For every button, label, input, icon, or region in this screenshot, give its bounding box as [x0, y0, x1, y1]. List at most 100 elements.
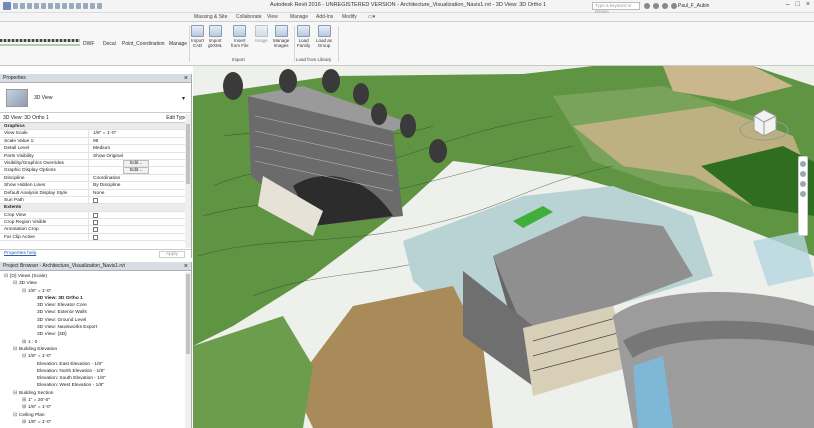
property-edit-cell[interactable]: Edit... — [88, 159, 191, 167]
communication-icon[interactable] — [662, 3, 668, 9]
type-selector[interactable]: 3D View ▾ — [0, 83, 191, 113]
3d-viewport[interactable] — [193, 66, 814, 428]
property-checkbox[interactable] — [88, 211, 191, 219]
ribbon-label-decal[interactable]: Decal — [103, 41, 116, 47]
viewcube[interactable] — [738, 98, 790, 150]
property-checkbox[interactable] — [88, 233, 191, 241]
model-render[interactable] — [193, 66, 814, 428]
browser-tree-item[interactable]: 3D View: 3D Ortho 1 — [0, 295, 191, 302]
undo-icon[interactable] — [27, 3, 32, 9]
measure-icon[interactable] — [48, 3, 53, 9]
property-edit-cell[interactable]: Edit... — [88, 167, 191, 174]
browser-tree-item[interactable]: ⊟ 3D View — [0, 280, 191, 287]
browser-tree-item[interactable]: ⊟ 1/8" = 1'-0" — [0, 288, 191, 295]
browser-tree-item[interactable]: Elevation: East Elevation - 1/8" — [0, 361, 191, 368]
checkbox[interactable] — [93, 197, 98, 203]
ribbon-label-point-coordination[interactable]: Point_Coordination — [122, 41, 165, 47]
property-group-header[interactable]: Graphics — [0, 123, 191, 131]
close-icon[interactable]: × — [184, 74, 188, 83]
import-gbxml-button[interactable]: Import gbXML — [208, 25, 222, 48]
property-value[interactable]: 1/8" = 1'-0" — [88, 130, 191, 137]
properties-scrollbar[interactable] — [185, 114, 191, 248]
instance-filter[interactable]: 3D View: 3D Ortho 1 Edit Type — [0, 113, 191, 123]
browser-tree-item[interactable]: 3D View: Navisworks Export — [0, 324, 191, 331]
edit-type-button[interactable]: Edit Type — [166, 113, 187, 123]
dimension-icon[interactable] — [55, 3, 60, 9]
property-value[interactable]: Coordination — [88, 174, 191, 182]
checkbox[interactable] — [93, 227, 98, 233]
open-icon[interactable] — [13, 3, 18, 9]
user-name[interactable]: Paul_F_Aubin — [678, 3, 709, 9]
browser-tree-item[interactable]: 3D View: {3D} — [0, 331, 191, 338]
text-icon[interactable] — [69, 3, 74, 9]
browser-tree-item[interactable]: ⊞ 1/8" = 1'-0" — [0, 419, 191, 426]
close-icon[interactable]: × — [184, 262, 188, 271]
redo-icon[interactable] — [34, 3, 39, 9]
subscription-icon[interactable] — [653, 3, 659, 9]
thin-lines-icon[interactable] — [90, 3, 95, 9]
browser-tree-item[interactable]: ⊞ 1" = 20'-0" — [0, 397, 191, 404]
tag-icon[interactable] — [62, 3, 67, 9]
edit-button[interactable]: Edit... — [123, 167, 150, 174]
tab-view[interactable]: View — [267, 14, 278, 20]
zoom-icon[interactable] — [800, 171, 806, 177]
browser-tree-item[interactable]: ⊞ 1/8" = 1'-0" — [0, 404, 191, 411]
browser-tree-item[interactable]: Elevation: North Elevation - 1/8" — [0, 368, 191, 375]
browser-tree-item[interactable]: 3D View: Ground Level — [0, 317, 191, 324]
property-value[interactable]: None — [88, 189, 191, 196]
browser-tree-item[interactable]: ⊞ 1 : 0 — [0, 339, 191, 346]
property-value[interactable]: Medium — [88, 145, 191, 152]
print-icon[interactable] — [41, 3, 46, 9]
minimize-button[interactable]: – — [786, 1, 790, 8]
save-icon[interactable] — [20, 3, 25, 9]
apply-button[interactable]: Apply — [159, 251, 185, 258]
search-input[interactable]: Type a keyword or phrase — [592, 2, 640, 14]
maximize-button[interactable]: □ — [796, 1, 800, 8]
browser-tree-item[interactable]: Elevation: West Elevation - 1/8" — [0, 382, 191, 389]
section-icon[interactable] — [83, 3, 88, 9]
close-button[interactable]: × — [806, 1, 810, 8]
load-as-group-button[interactable]: Load as Group — [316, 25, 332, 48]
search-icon[interactable] — [644, 3, 650, 9]
ribbon-label-manage[interactable]: Manage — [169, 41, 187, 47]
import-cad-button[interactable]: Import CAD — [191, 25, 204, 48]
browser-tree-item[interactable]: ⊟ Building Elevation — [0, 346, 191, 353]
insert-from-file-button[interactable]: Insert from File — [231, 25, 249, 48]
steering-wheel-icon[interactable] — [800, 161, 806, 167]
tab-collaborate[interactable]: Collaborate — [236, 14, 262, 20]
browser-tree-item[interactable]: ⊟ Ceiling Plan — [0, 412, 191, 419]
browser-scrollbar[interactable] — [185, 272, 191, 428]
favorites-icon[interactable] — [671, 3, 677, 9]
browser-tree-item[interactable]: ⊟ Building Section — [0, 390, 191, 397]
tab-manage[interactable]: Manage — [290, 14, 308, 20]
browser-tree-item[interactable]: 3D View: Elevator Core — [0, 302, 191, 309]
ribbon-label-dwf[interactable]: DWF — [83, 41, 94, 47]
orbit-icon[interactable] — [800, 191, 806, 197]
browser-tree-item[interactable]: Elevation: South Elevation - 1/8" — [0, 375, 191, 382]
property-checkbox[interactable] — [88, 226, 191, 233]
checkbox[interactable] — [93, 220, 98, 226]
tab-panel-toggle[interactable]: ▭▾ — [368, 14, 375, 20]
edit-button[interactable]: Edit... — [123, 159, 150, 167]
manage-images-button[interactable]: Manage Images — [273, 25, 289, 48]
tab-massing-site[interactable]: Massing & Site — [194, 14, 227, 20]
browser-tree-item[interactable]: ⊟ 1/8" = 1'-0" — [0, 353, 191, 360]
property-checkbox[interactable] — [88, 196, 191, 204]
property-value[interactable]: 96 — [88, 137, 191, 145]
property-value[interactable]: By Discipline — [88, 182, 191, 189]
pan-icon[interactable] — [800, 181, 806, 187]
load-family-button[interactable]: Load Family — [297, 25, 310, 48]
image-button[interactable]: Image — [255, 25, 268, 43]
properties-help-link[interactable]: Properties help — [4, 251, 36, 256]
3d-view-icon[interactable] — [76, 3, 81, 9]
browser-tree-item[interactable]: ⊟ [O] Views (Scale) — [0, 273, 191, 280]
app-menu-icon[interactable] — [3, 2, 11, 10]
property-checkbox[interactable] — [88, 219, 191, 226]
checkbox[interactable] — [93, 234, 98, 240]
browser-tree-item[interactable]: 3D View: Exterior Walls — [0, 309, 191, 316]
property-group-header[interactable]: Extents — [0, 204, 191, 212]
property-value[interactable]: Show Original — [88, 152, 191, 159]
chevron-down-icon[interactable]: ▾ — [182, 95, 185, 102]
close-hidden-icon[interactable] — [97, 3, 102, 9]
tab-add-ins[interactable]: Add-Ins — [316, 14, 333, 20]
